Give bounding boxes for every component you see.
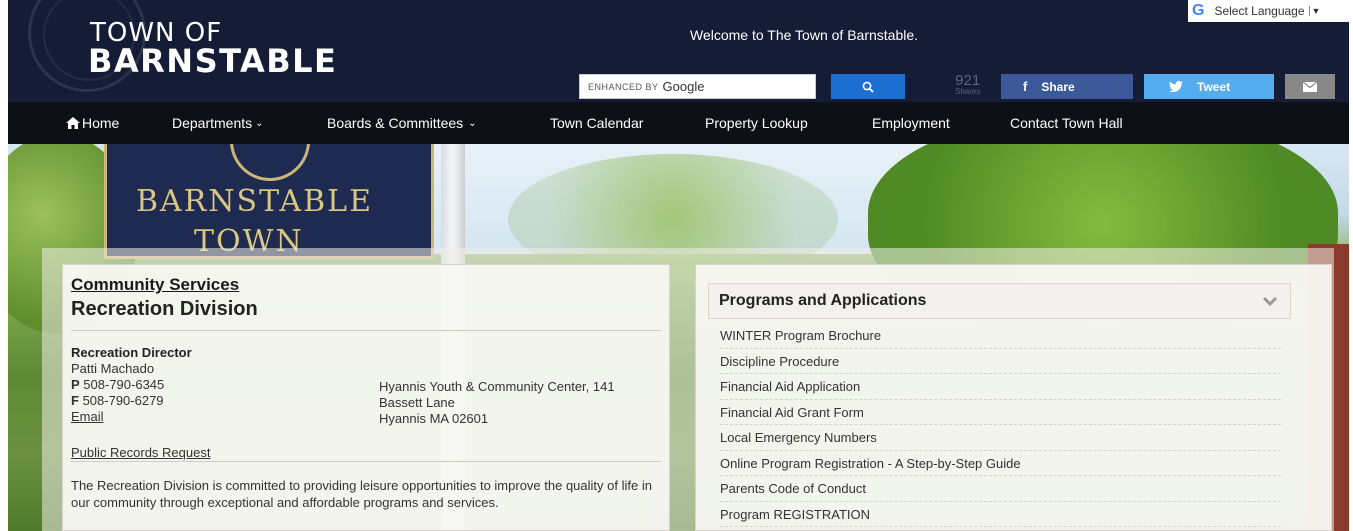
phone-label: P: [71, 377, 80, 392]
nav-property-label: Property Lookup: [705, 115, 808, 131]
program-link[interactable]: Discipline Procedure: [720, 349, 1281, 374]
nav-employment-label: Employment: [872, 115, 950, 131]
nav-contact-label: Contact Town Hall: [1010, 115, 1123, 131]
home-icon: [66, 117, 80, 129]
department-info-panel: Community Services Recreation Division R…: [62, 264, 670, 531]
address-block: Hyannis Youth & Community Center, 141 Ba…: [379, 379, 615, 427]
nav-item-home[interactable]: Home: [66, 115, 119, 131]
mission-statement: The Recreation Division is committed to …: [71, 478, 652, 510]
search-button[interactable]: [831, 74, 905, 99]
programs-panel: Programs and Applications WINTER Program…: [695, 264, 1332, 531]
facebook-share-label: Share: [1041, 79, 1075, 94]
nav-item-departments[interactable]: Departments ⌄: [172, 115, 264, 131]
phone-number[interactable]: 508-790-6345: [83, 377, 164, 392]
twitter-tweet-label: Tweet: [1197, 79, 1231, 94]
chevron-down-icon: ⌄: [255, 117, 264, 129]
address-line3: Hyannis MA 02601: [379, 411, 489, 426]
search-input[interactable]: ENHANCED BY Google: [579, 74, 816, 99]
programs-title: Programs and Applications: [719, 292, 927, 309]
program-link[interactable]: Financial Aid Application: [720, 374, 1281, 400]
main-nav: Home Departments ⌄ Boards & Committees ⌄…: [8, 102, 1349, 144]
page: TOWN OF BARNSTABLE Welcome to The Town o…: [0, 0, 1353, 531]
programs-accordion-header[interactable]: Programs and Applications: [708, 283, 1291, 319]
logo-main-text[interactable]: BARNSTABLE: [88, 42, 337, 80]
division-title: Recreation Division: [71, 298, 258, 320]
google-g-icon: G: [1192, 2, 1205, 19]
director-role: Recreation Director: [71, 345, 192, 360]
facebook-share-button[interactable]: f Share: [1001, 74, 1133, 99]
nav-item-boards-committees[interactable]: Boards & Committees ⌄: [327, 115, 477, 131]
phone-line: P 508-790-6345: [71, 377, 192, 393]
programs-list: WINTER Program Brochure Discipline Proce…: [720, 323, 1281, 527]
share-count-number: 921: [955, 72, 981, 89]
contact-details: Recreation Director Patti Machado P 508-…: [71, 345, 192, 425]
program-link[interactable]: Program REGISTRATION: [720, 502, 1281, 527]
nav-departments-label: Departments: [172, 115, 253, 131]
facebook-icon: f: [1023, 79, 1028, 94]
program-link[interactable]: Local Emergency Numbers: [720, 425, 1281, 451]
program-link[interactable]: Financial Aid Grant Form: [720, 400, 1281, 425]
nav-item-contact-town-hall[interactable]: Contact Town Hall: [1010, 115, 1123, 131]
hero-sign-line1: BARNSTABLE: [136, 184, 374, 219]
chevron-down-icon: ⌄: [468, 117, 477, 129]
director-name: Patti Machado: [71, 361, 155, 376]
divider: [71, 461, 661, 462]
program-link[interactable]: WINTER Program Brochure: [720, 323, 1281, 349]
twitter-tweet-button[interactable]: Tweet: [1144, 74, 1274, 99]
site-header: TOWN OF BARNSTABLE Welcome to The Town o…: [8, 0, 1349, 102]
nav-item-employment[interactable]: Employment: [872, 115, 950, 131]
nav-item-property-lookup[interactable]: Property Lookup: [705, 115, 808, 131]
fax-number: 508-790-6279: [82, 393, 164, 408]
fax-line: F 508-790-6279: [71, 393, 192, 409]
address-line1: Hyannis Youth & Community Center, 141: [379, 379, 615, 394]
public-records-request-link[interactable]: Public Records Request: [71, 445, 210, 460]
program-link[interactable]: Online Program Registration - A Step-by-…: [720, 451, 1281, 476]
language-selector-label: Select Language: [1214, 4, 1305, 18]
program-link[interactable]: Parents Code of Conduct: [720, 476, 1281, 502]
twitter-icon: [1169, 81, 1183, 92]
department-link[interactable]: Community Services: [71, 275, 661, 295]
fax-label: F: [71, 393, 79, 408]
welcome-text: Welcome to The Town of Barnstable.: [690, 27, 919, 43]
search-enhanced-by: ENHANCED BY: [588, 81, 659, 92]
share-count-label: Shares: [955, 87, 981, 96]
address-line2: Bassett Lane: [379, 395, 455, 410]
chevron-down-icon: ▼: [1308, 6, 1320, 16]
email-link[interactable]: Email: [71, 409, 192, 425]
nav-boards-label: Boards & Committees: [327, 115, 464, 131]
chevron-down-icon: [1262, 296, 1278, 306]
mail-icon: [1303, 81, 1317, 92]
nav-home-label: Home: [82, 115, 120, 131]
nav-calendar-label: Town Calendar: [550, 115, 644, 131]
language-selector[interactable]: G Select Language ▼: [1188, 0, 1353, 22]
divider: [71, 330, 661, 331]
share-count: 921 Shares: [955, 73, 980, 96]
search-google-label: Google: [662, 79, 705, 94]
search-icon: [862, 81, 874, 93]
nav-item-town-calendar[interactable]: Town Calendar: [550, 115, 643, 131]
email-share-button[interactable]: [1285, 74, 1335, 99]
